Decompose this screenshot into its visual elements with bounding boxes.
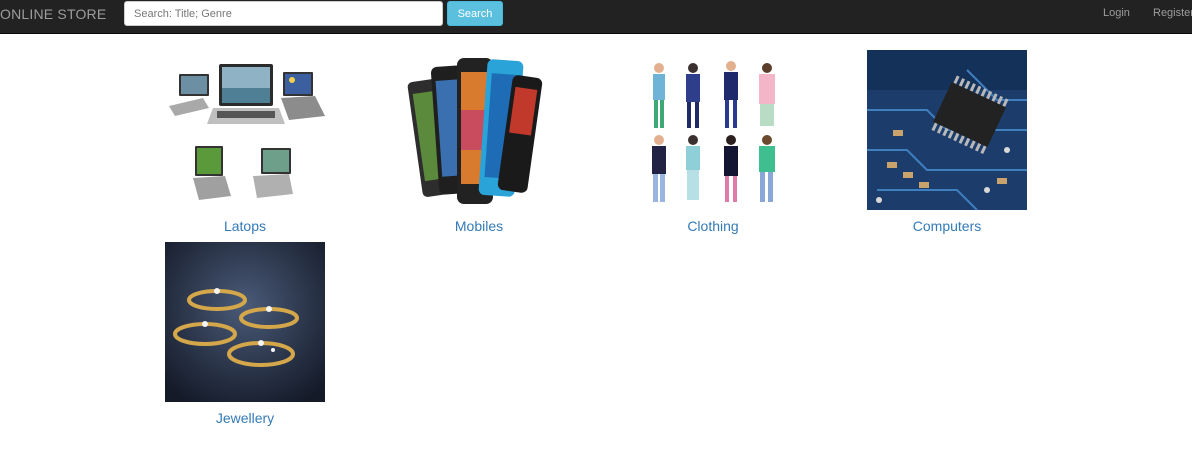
search-input[interactable] — [124, 1, 443, 26]
category-tile-jewellery[interactable]: Jewellery — [165, 242, 325, 426]
category-link-computers[interactable]: Computers — [867, 218, 1027, 234]
mobiles-image[interactable] — [399, 50, 559, 210]
clothing-image[interactable] — [633, 50, 793, 210]
category-tile-laptops[interactable]: Latops — [165, 50, 325, 234]
register-link[interactable]: Register — [1153, 7, 1192, 19]
laptops-image[interactable] — [165, 50, 325, 210]
category-link-jewellery[interactable]: Jewellery — [165, 410, 325, 426]
jewellery-image[interactable] — [165, 242, 325, 402]
top-navbar: ONLINE STORE Search Login Register — [0, 0, 1192, 34]
computers-image[interactable] — [867, 50, 1027, 210]
category-link-clothing[interactable]: Clothing — [633, 218, 793, 234]
category-link-laptops[interactable]: Latops — [165, 218, 325, 234]
category-tile-mobiles[interactable]: Mobiles — [399, 50, 559, 234]
brand-logo[interactable]: ONLINE STORE — [0, 6, 106, 22]
category-tile-clothing[interactable]: Clothing — [633, 50, 793, 234]
login-link[interactable]: Login — [1103, 7, 1130, 19]
category-tile-computers[interactable]: Computers — [867, 50, 1027, 234]
search-button[interactable]: Search — [447, 1, 503, 26]
category-link-mobiles[interactable]: Mobiles — [399, 218, 559, 234]
